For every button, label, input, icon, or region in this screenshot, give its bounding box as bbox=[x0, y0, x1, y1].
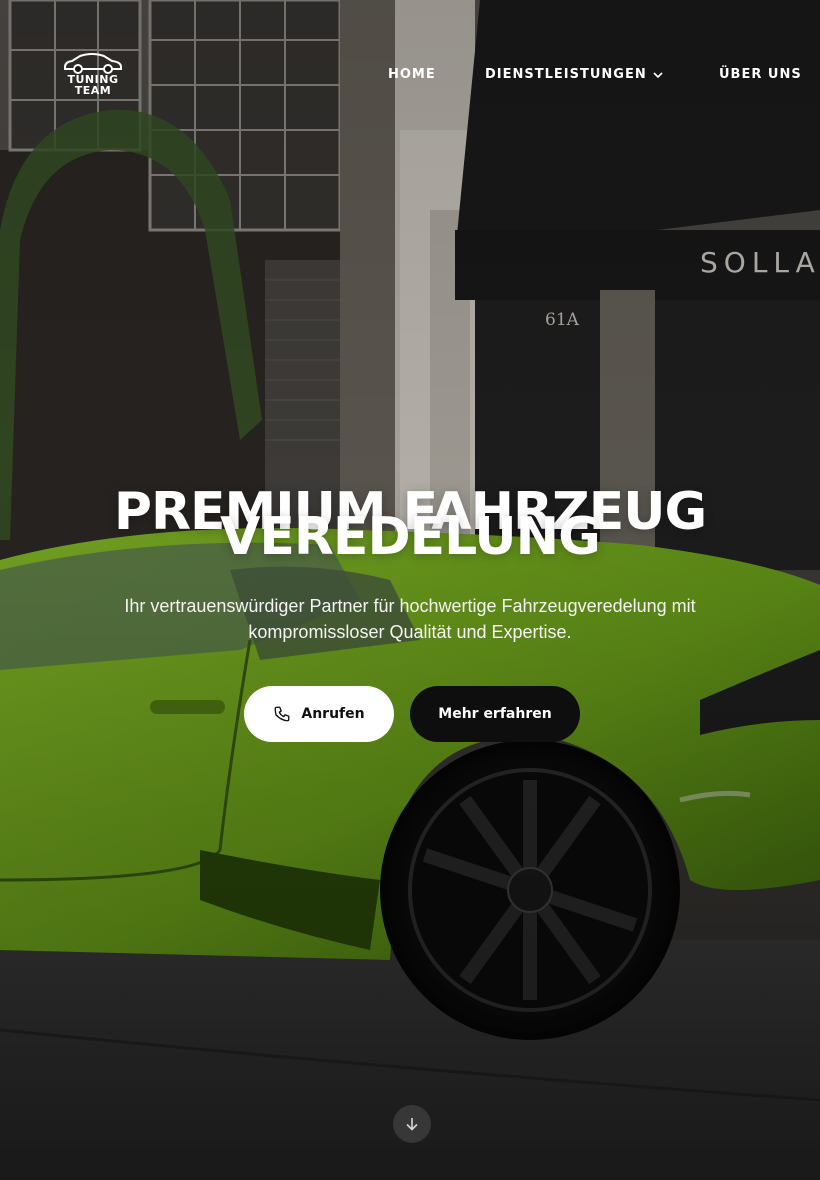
arrow-down-icon bbox=[406, 1118, 418, 1131]
site-header: TUNING TEAM HOME DIENSTLEISTUNGEN ÜBER U… bbox=[0, 0, 820, 120]
hero-title-line2: VEREDELUNG bbox=[220, 507, 601, 567]
phone-icon bbox=[274, 706, 290, 722]
main-navigation: HOME DIENSTLEISTUNGEN ÜBER UNS bbox=[0, 67, 820, 87]
scroll-down-button[interactable] bbox=[393, 1105, 431, 1143]
learn-more-button[interactable]: Mehr erfahren bbox=[410, 686, 580, 742]
hero-dark-overlay bbox=[0, 0, 820, 1180]
hero-section: SOLLA 61A bbox=[0, 0, 820, 1180]
chevron-down-icon bbox=[653, 71, 663, 78]
hero-subtitle: Ihr vertrauenswürdiger Partner für hochw… bbox=[70, 593, 750, 645]
hero-subtitle-line2: kompromissloser Qualität und Expertise. bbox=[248, 622, 572, 642]
call-button-label: Anrufen bbox=[301, 706, 365, 722]
call-button[interactable]: Anrufen bbox=[244, 686, 394, 742]
nav-item-services[interactable]: DIENSTLEISTUNGEN bbox=[485, 67, 663, 82]
hero-subtitle-line1: Ihr vertrauenswürdiger Partner für hochw… bbox=[124, 596, 696, 616]
nav-item-services-label: DIENSTLEISTUNGEN bbox=[485, 67, 647, 82]
nav-item-home[interactable]: HOME bbox=[388, 67, 436, 82]
nav-item-about[interactable]: ÜBER UNS bbox=[719, 67, 802, 82]
